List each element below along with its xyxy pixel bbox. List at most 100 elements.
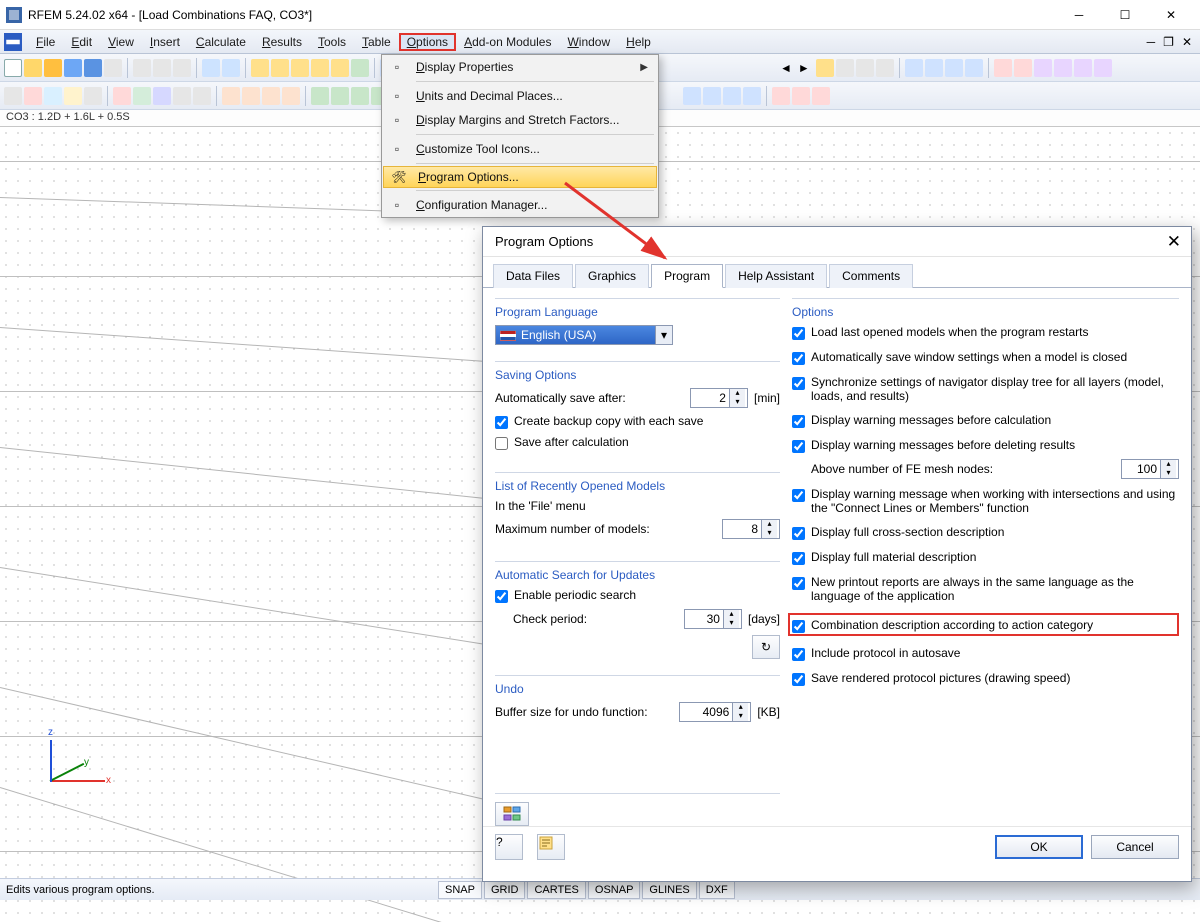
language-select[interactable]: English (USA) ▾ [495, 325, 673, 345]
tb1-p[interactable] [876, 59, 894, 77]
tb2-w[interactable] [743, 87, 761, 105]
menu-window[interactable]: Window [559, 33, 618, 51]
tb1-q[interactable] [905, 59, 923, 77]
tb2-j[interactable] [193, 87, 211, 105]
enable-periodic-checkbox[interactable]: Enable periodic search [495, 588, 780, 603]
dialog-close-button[interactable]: ✕ [1167, 232, 1181, 252]
option-checkbox-b3[interactable]: New printout reports are always in the s… [792, 575, 1179, 603]
option-checkbox-a3[interactable]: Display warning messages before calculat… [792, 413, 1179, 428]
tb2-e[interactable] [84, 87, 102, 105]
menu-edit[interactable]: Edit [63, 33, 100, 51]
help-button[interactable]: ? [495, 834, 523, 860]
open-icon[interactable] [24, 59, 42, 77]
mdi-minimize-icon[interactable]: ─ [1147, 35, 1156, 49]
tb1-y[interactable] [1074, 59, 1092, 77]
tb2-c[interactable] [44, 87, 62, 105]
tb2-h[interactable] [153, 87, 171, 105]
ok-button[interactable]: OK [995, 835, 1083, 859]
tb1-b[interactable] [271, 59, 289, 77]
category-icon-button[interactable] [495, 802, 529, 826]
tb1-f[interactable] [351, 59, 369, 77]
options-menu-customize-tool-icons[interactable]: ▫Customize Tool Icons... [382, 137, 658, 161]
tb2-y[interactable] [792, 87, 810, 105]
undo-icon[interactable] [202, 59, 220, 77]
tb1-z[interactable] [1094, 59, 1112, 77]
check-now-button[interactable]: ↻ [752, 635, 780, 659]
dropdown-arrow-icon[interactable]: ▾ [655, 326, 672, 344]
tb2-n[interactable] [282, 87, 300, 105]
tb2-v[interactable] [723, 87, 741, 105]
tb1-c[interactable] [291, 59, 309, 77]
tb2-f[interactable] [113, 87, 131, 105]
tb2-a[interactable] [4, 87, 22, 105]
status-cell-glines[interactable]: GLINES [642, 881, 696, 899]
tb1-t[interactable] [965, 59, 983, 77]
tb1-x[interactable] [1054, 59, 1072, 77]
paste-icon[interactable] [173, 59, 191, 77]
menu-calculate[interactable]: Calculate [188, 33, 254, 51]
new-icon[interactable] [4, 59, 22, 77]
recent-max-input[interactable]: ▴▾ [722, 519, 780, 539]
menu-results[interactable]: Results [254, 33, 310, 51]
nav-next-icon[interactable]: ► [798, 61, 810, 75]
tb2-d[interactable] [64, 87, 82, 105]
tb1-e[interactable] [331, 59, 349, 77]
tb1-r[interactable] [925, 59, 943, 77]
tb2-k[interactable] [222, 87, 240, 105]
menu-view[interactable]: View [100, 33, 142, 51]
tb1-v[interactable] [1014, 59, 1032, 77]
options-menu-display-margins-and-stretch-factors[interactable]: ▫Display Margins and Stretch Factors... [382, 108, 658, 132]
status-cell-dxf[interactable]: DXF [699, 881, 735, 899]
cut-icon[interactable] [133, 59, 151, 77]
print-icon[interactable] [104, 59, 122, 77]
menu-help[interactable]: Help [618, 33, 659, 51]
tb1-d[interactable] [311, 59, 329, 77]
options-menu-display-properties[interactable]: ▫Display Properties▶ [382, 55, 658, 79]
option-checkbox-a1[interactable]: Automatically save window settings when … [792, 350, 1179, 365]
redo-icon[interactable] [222, 59, 240, 77]
tb2-g[interactable] [133, 87, 151, 105]
menu-add-on-modules[interactable]: Add-on Modules [456, 33, 559, 51]
menu-file[interactable]: File [28, 33, 63, 51]
tb2-p[interactable] [331, 87, 349, 105]
menu-table[interactable]: Table [354, 33, 399, 51]
window-maximize-button[interactable]: ☐ [1102, 0, 1148, 30]
option-checkbox-a0[interactable]: Load last opened models when the program… [792, 325, 1179, 340]
status-cell-osnap[interactable]: OSNAP [588, 881, 641, 899]
status-cell-cartes[interactable]: CARTES [527, 881, 585, 899]
check-period-input[interactable]: ▴▾ [684, 609, 742, 629]
tb2-o[interactable] [311, 87, 329, 105]
saveall-icon[interactable] [84, 59, 102, 77]
option-checkbox-b5[interactable]: Include protocol in autosave [792, 646, 1179, 661]
tb1-a[interactable] [251, 59, 269, 77]
tb2-u[interactable] [703, 87, 721, 105]
nav-prev-icon[interactable]: ◄ [780, 61, 792, 75]
tb2-t[interactable] [683, 87, 701, 105]
tb2-z[interactable] [812, 87, 830, 105]
option-checkbox-b0[interactable]: Display warning message when working wit… [792, 487, 1179, 515]
window-close-button[interactable]: ✕ [1148, 0, 1194, 30]
tb1-s[interactable] [945, 59, 963, 77]
defaults-button[interactable] [537, 834, 565, 860]
mdi-close-icon[interactable]: ✕ [1182, 35, 1192, 49]
tb2-m[interactable] [262, 87, 280, 105]
tb2-b[interactable] [24, 87, 42, 105]
tab-comments[interactable]: Comments [829, 264, 913, 288]
autosave-value-input[interactable]: ▴▾ [690, 388, 748, 408]
option-checkbox-a2[interactable]: Synchronize settings of navigator displa… [792, 375, 1179, 403]
tab-help-assistant[interactable]: Help Assistant [725, 264, 827, 288]
undo-buffer-input[interactable]: ▴▾ [679, 702, 751, 722]
recent-icon[interactable] [44, 59, 62, 77]
save-icon[interactable] [64, 59, 82, 77]
option-checkbox-b6[interactable]: Save rendered protocol pictures (drawing… [792, 671, 1179, 686]
tb2-q[interactable] [351, 87, 369, 105]
status-cell-snap[interactable]: SNAP [438, 881, 482, 899]
backup-checkbox[interactable]: Create backup copy with each save [495, 414, 780, 429]
tb1-u[interactable] [994, 59, 1012, 77]
window-minimize-button[interactable]: ─ [1056, 0, 1102, 30]
tb1-n[interactable] [836, 59, 854, 77]
menu-insert[interactable]: Insert [142, 33, 188, 51]
option-checkbox-b4[interactable]: Combination description according to act… [788, 613, 1179, 636]
tb1-o[interactable] [856, 59, 874, 77]
menu-tools[interactable]: Tools [310, 33, 354, 51]
